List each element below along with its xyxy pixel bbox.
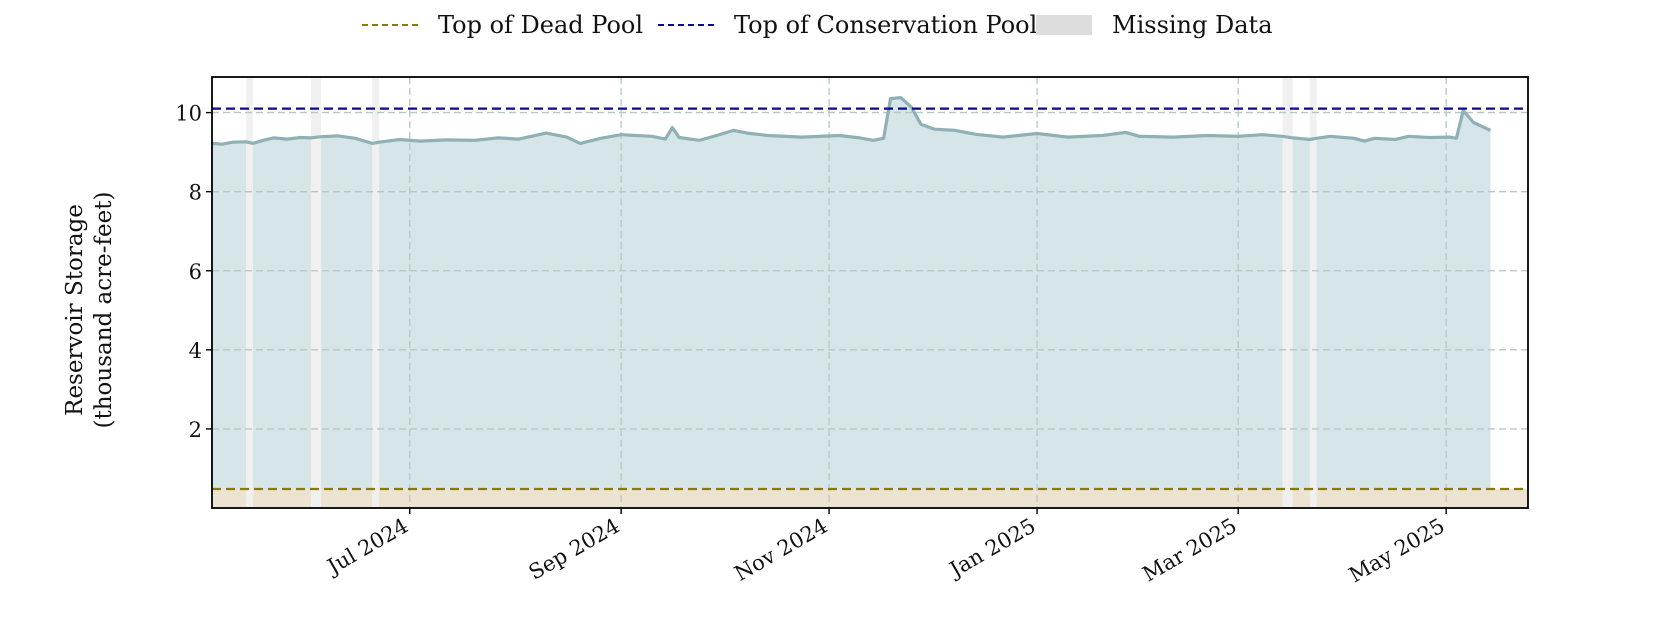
storage-series-line: [212, 96, 1492, 146]
x-tick-label-2: Sep 2024: [525, 514, 624, 585]
y-tick-label-2: 2: [189, 418, 202, 442]
x-tick-label-1: Jul 2024: [322, 514, 413, 580]
x-tick-label-4: Jan 2025: [944, 514, 1040, 583]
x-tick-label-3: Nov 2024: [730, 514, 831, 586]
storage-chart: 2 4 6 8 10 Jul 2024 Sep 2024 Nov 2024 Jan 2025 Ma…: [175, 76, 1529, 588]
x-tick-label-6: May 2025: [1345, 514, 1449, 588]
missing-data-band-4: [1282, 77, 1293, 508]
missing-data-band-2: [310, 77, 322, 508]
y-tick-label-4: 4: [189, 339, 202, 363]
x-tick-label-5: Mar 2025: [1138, 514, 1240, 587]
y-tick-label-10: 10: [175, 102, 202, 126]
missing-data-band-5: [1309, 77, 1317, 508]
storage-area-fill: [212, 97, 1491, 508]
y-tick-label-6: 6: [189, 260, 202, 284]
y-tick-label-8: 8: [189, 181, 202, 205]
